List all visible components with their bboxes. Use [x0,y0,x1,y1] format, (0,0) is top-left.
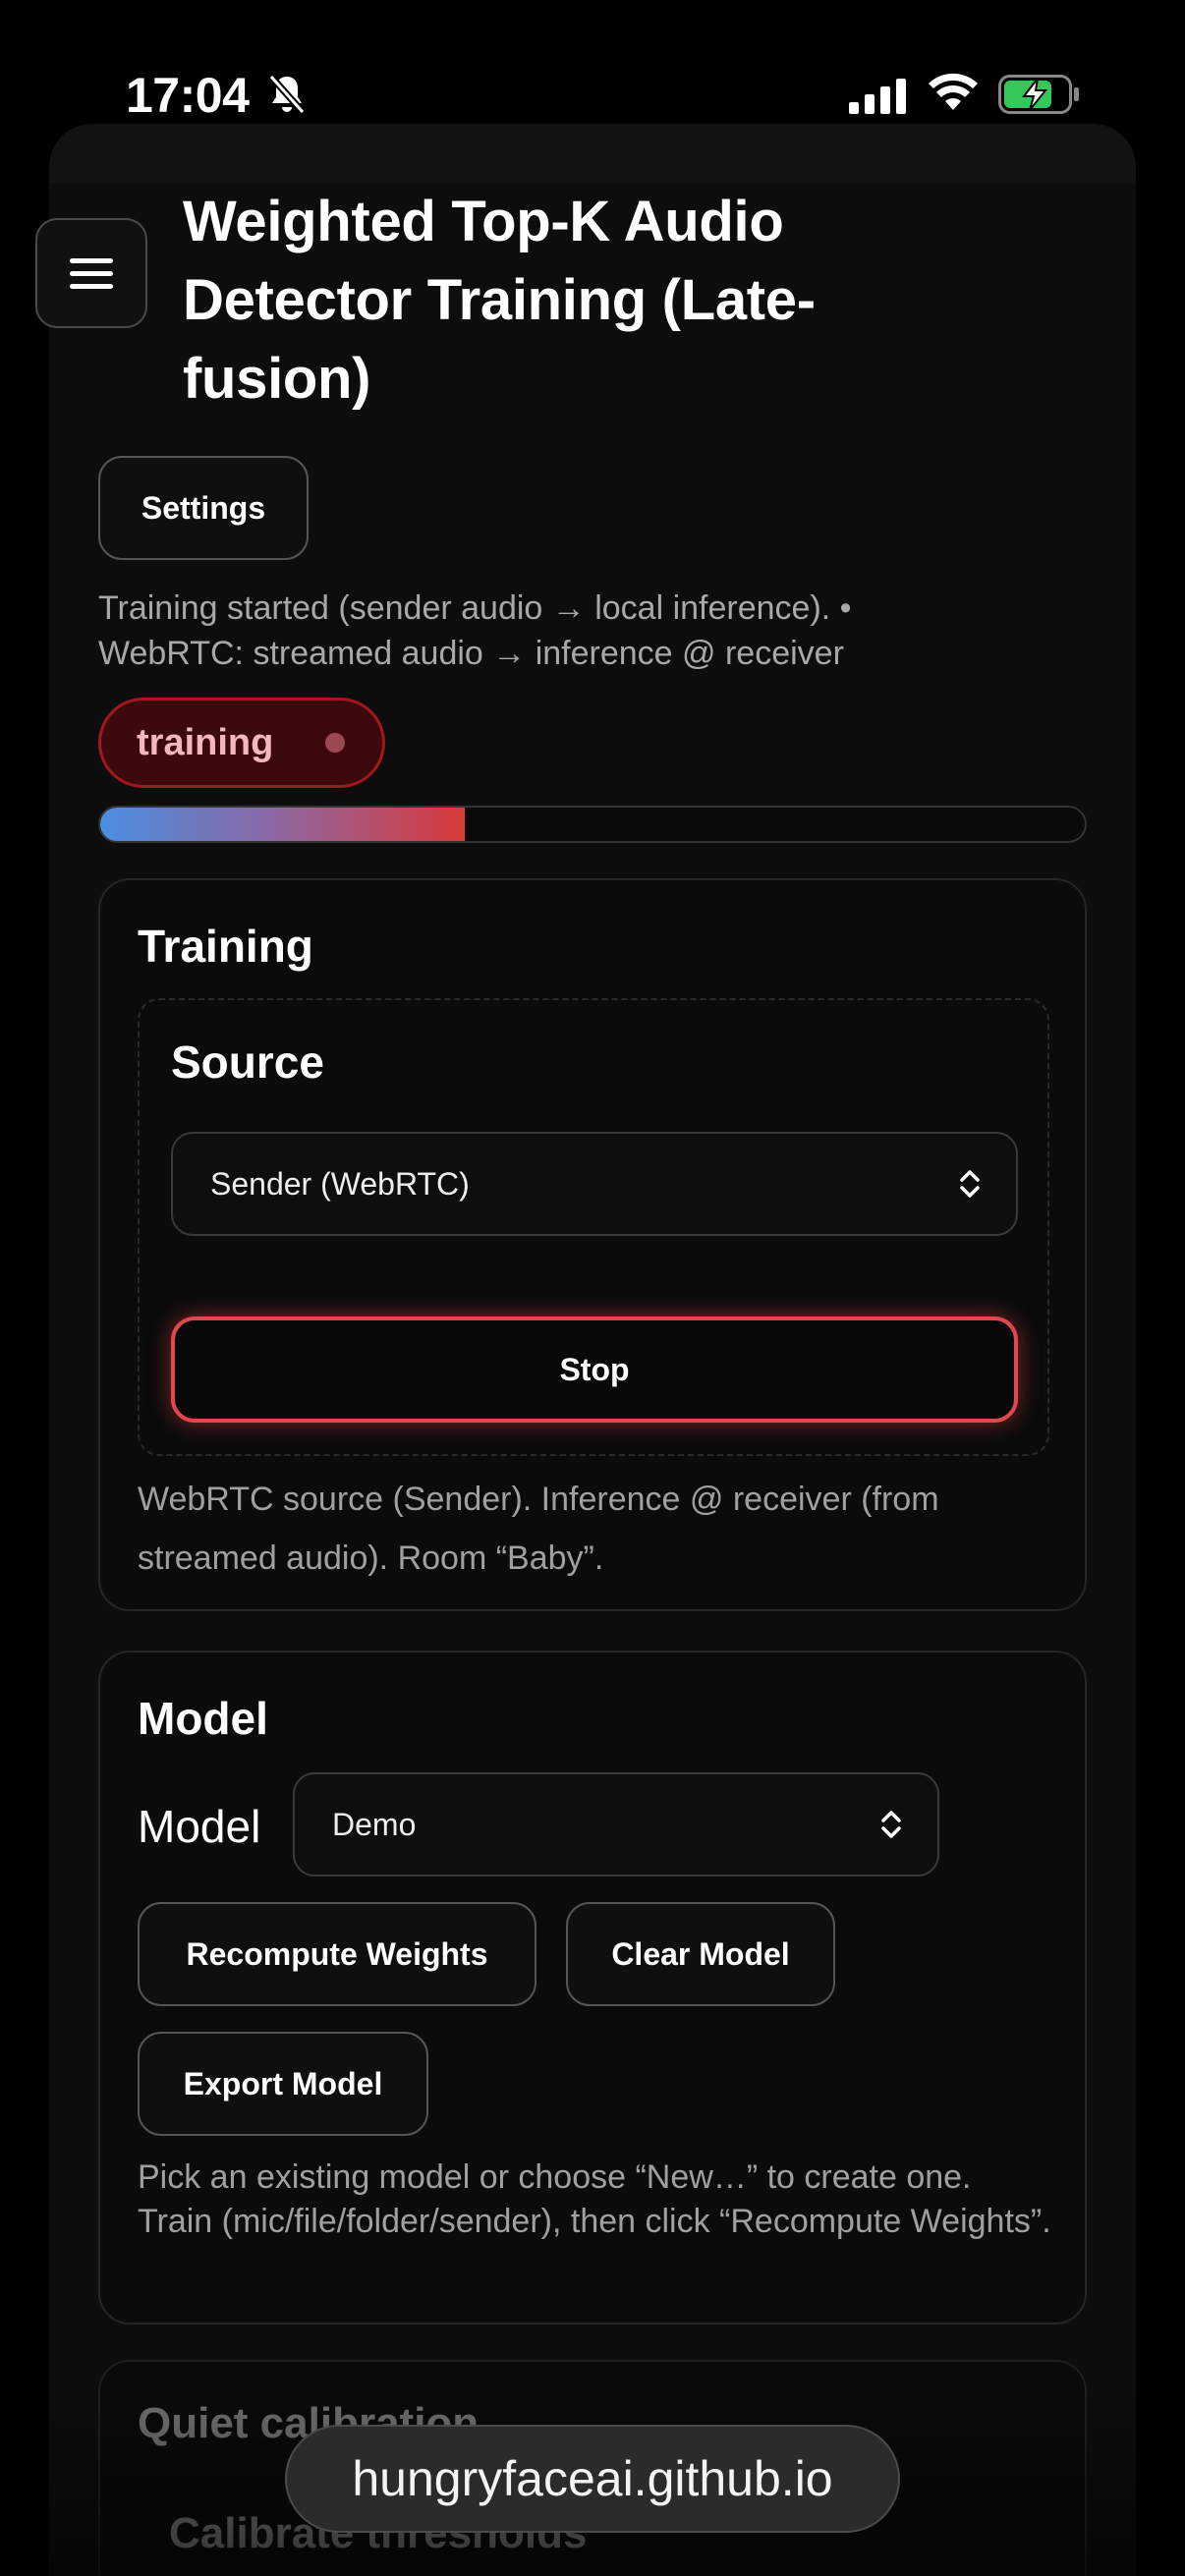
training-helper-text: WebRTC source (Sender). Inference @ rece… [138,1481,939,1577]
source-title: Source [171,1036,324,1088]
chevron-up-down-icon [881,1811,901,1838]
status-badge-label: training [137,721,274,763]
training-title: Training [138,921,313,972]
source-select[interactable]: Sender (WebRTC) [171,1132,1018,1236]
status-badge: training [98,698,385,788]
bell-muted-icon [268,74,306,115]
progress-bar [98,806,1087,843]
status-bar: 17:04 [0,0,1185,128]
clear-model-button[interactable]: Clear Model [566,1902,835,2006]
model-title: Model [138,1693,268,1744]
model-label: Model [138,1801,261,1852]
chevron-up-down-icon [960,1170,980,1198]
hamburger-icon [70,251,113,297]
page-title: Weighted Top-K Audio Detector Training (… [183,190,816,411]
export-model-button[interactable]: Export Model [138,2032,428,2136]
recompute-weights-button[interactable]: Recompute Weights [138,1902,536,2006]
model-helper-text: Pick an existing model or choose “New…” … [138,2158,1051,2240]
stop-button[interactable]: Stop [171,1316,1018,1423]
battery-charging-icon [998,75,1079,114]
progress-fill [100,808,465,841]
browser-url-bar[interactable]: hungryfaceai.github.io [285,2425,900,2533]
menu-button[interactable] [35,218,147,328]
status-dot-icon [325,733,345,753]
model-select-value: Demo [332,1806,417,1842]
training-panel: Training Source Sender (WebRTC) Stop Web… [98,878,1087,1611]
cellular-signal-icon [849,79,906,114]
settings-button[interactable]: Settings [98,456,309,560]
source-section: Source Sender (WebRTC) Stop [138,998,1049,1456]
status-message: Training started (sender audio → local i… [98,589,852,672]
source-select-value: Sender (WebRTC) [210,1165,470,1202]
status-time: 17:04 [126,68,250,123]
model-panel: Model Model Demo Recompute Weights Clear… [98,1651,1087,2324]
wifi-icon [929,73,978,110]
model-select[interactable]: Demo [293,1772,939,1876]
